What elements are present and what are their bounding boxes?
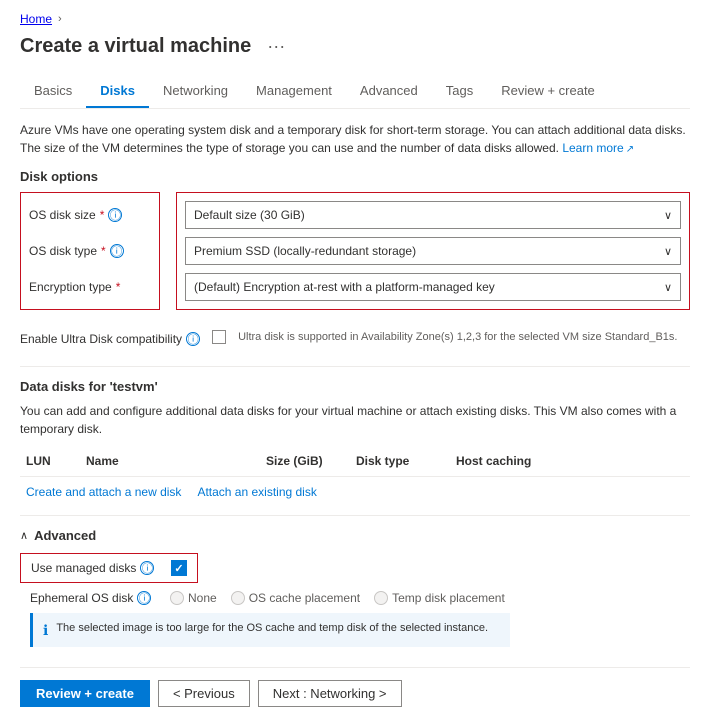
- section-divider-1: [20, 366, 690, 367]
- tab-review-create[interactable]: Review + create: [487, 75, 609, 108]
- info-circle-icon: ℹ: [43, 622, 48, 639]
- table-actions: Create and attach a new disk Attach an e…: [20, 477, 690, 503]
- ultra-disk-label: Enable Ultra Disk compatibility ⓘ: [20, 332, 200, 346]
- ultra-disk-info-icon[interactable]: ⓘ: [186, 332, 200, 346]
- next-button[interactable]: Next : Networking >: [258, 680, 402, 707]
- ephemeral-os-disk-row: Ephemeral OS disk ⓘ None OS cache placem…: [20, 591, 690, 605]
- learn-more-link[interactable]: Learn more: [562, 141, 634, 155]
- managed-disks-row: Use managed disks ⓘ: [20, 553, 198, 583]
- breadcrumb-home[interactable]: Home: [20, 12, 52, 26]
- tab-networking[interactable]: Networking: [149, 75, 242, 108]
- page-description: Azure VMs have one operating system disk…: [20, 121, 690, 157]
- os-disk-type-info-icon[interactable]: ⓘ: [110, 244, 124, 258]
- advanced-header[interactable]: ∧ Advanced: [20, 528, 690, 543]
- info-message-box: ℹ The selected image is too large for th…: [30, 613, 510, 647]
- managed-disks-checkbox[interactable]: [171, 560, 187, 576]
- page-title-row: Create a virtual machine ···: [20, 34, 690, 59]
- attach-existing-disk-button[interactable]: Attach an existing disk: [197, 485, 316, 499]
- ephemeral-temp-disk-radio[interactable]: [374, 591, 388, 605]
- data-disks-description: You can add and configure additional dat…: [20, 402, 690, 438]
- ultra-disk-checkbox[interactable]: [212, 330, 226, 344]
- section-divider-2: [20, 515, 690, 516]
- ephemeral-none-option[interactable]: None: [170, 591, 217, 605]
- tab-tags[interactable]: Tags: [432, 75, 487, 108]
- review-create-button[interactable]: Review + create: [20, 680, 150, 707]
- encryption-type-value: (Default) Encryption at-rest with a plat…: [194, 280, 495, 294]
- ephemeral-none-radio[interactable]: [170, 591, 184, 605]
- os-disk-size-required: *: [100, 208, 105, 222]
- col-name: Name: [80, 450, 260, 472]
- col-lun: LUN: [20, 450, 80, 472]
- tab-advanced[interactable]: Advanced: [346, 75, 432, 108]
- previous-button[interactable]: < Previous: [158, 680, 250, 707]
- disk-field-labels: OS disk size * ⓘ OS disk type * ⓘ Encryp…: [20, 192, 160, 310]
- col-host-caching: Host caching: [450, 450, 550, 472]
- page-title: Create a virtual machine: [20, 35, 251, 58]
- os-disk-type-label-row: OS disk type * ⓘ: [29, 237, 151, 265]
- managed-disks-label-text: Use managed disks: [31, 561, 136, 575]
- ephemeral-label-text: Ephemeral OS disk: [30, 591, 133, 605]
- footer-divider: [20, 667, 690, 668]
- breadcrumb-separator: ›: [58, 13, 62, 25]
- data-disks-table-header: LUN Name Size (GiB) Disk type Host cachi…: [20, 446, 690, 477]
- ultra-disk-label-text: Enable Ultra Disk compatibility: [20, 332, 182, 346]
- ultra-disk-row: Enable Ultra Disk compatibility ⓘ Ultra …: [20, 326, 690, 350]
- os-disk-type-label: OS disk type: [29, 244, 97, 258]
- footer-buttons: Review + create < Previous Next : Networ…: [20, 680, 690, 707]
- os-disk-type-chevron: ∨: [664, 245, 672, 258]
- ephemeral-os-cache-radio[interactable]: [231, 591, 245, 605]
- encryption-type-chevron: ∨: [664, 281, 672, 294]
- info-message-text: The selected image is too large for the …: [56, 621, 488, 636]
- ephemeral-os-cache-label: OS cache placement: [249, 591, 360, 605]
- ephemeral-temp-disk-option[interactable]: Temp disk placement: [374, 591, 505, 605]
- os-disk-type-value: Premium SSD (locally-redundant storage): [194, 244, 416, 258]
- ephemeral-radio-options: None OS cache placement Temp disk placem…: [170, 591, 505, 605]
- managed-disks-info-icon[interactable]: ⓘ: [140, 561, 154, 575]
- tab-basics[interactable]: Basics: [20, 75, 86, 108]
- data-disks-section: Data disks for 'testvm' You can add and …: [20, 379, 690, 503]
- tab-bar: Basics Disks Networking Management Advan…: [20, 75, 690, 109]
- ephemeral-label: Ephemeral OS disk ⓘ: [30, 591, 160, 605]
- os-disk-size-info-icon[interactable]: ⓘ: [108, 208, 122, 222]
- data-disks-title: Data disks for 'testvm': [20, 379, 690, 394]
- ephemeral-info-icon[interactable]: ⓘ: [137, 591, 151, 605]
- ultra-disk-note: Ultra disk is supported in Availability …: [238, 330, 677, 345]
- more-options-button[interactable]: ···: [261, 34, 291, 59]
- advanced-title: Advanced: [34, 528, 96, 543]
- disk-options-title: Disk options: [20, 169, 690, 184]
- advanced-chevron-icon: ∧: [20, 529, 28, 542]
- col-size: Size (GiB): [260, 450, 350, 472]
- create-attach-disk-button[interactable]: Create and attach a new disk: [26, 485, 181, 499]
- os-disk-size-label: OS disk size: [29, 208, 96, 222]
- tab-management[interactable]: Management: [242, 75, 346, 108]
- advanced-section: ∧ Advanced Use managed disks ⓘ Ephemeral…: [20, 528, 690, 647]
- breadcrumb: Home ›: [20, 12, 690, 26]
- ephemeral-temp-disk-label: Temp disk placement: [392, 591, 505, 605]
- managed-disks-label: Use managed disks ⓘ: [31, 561, 161, 575]
- encryption-type-label-row: Encryption type *: [29, 273, 151, 301]
- tab-disks[interactable]: Disks: [86, 75, 149, 108]
- os-disk-type-required: *: [101, 244, 106, 258]
- disk-options-panel: OS disk size * ⓘ OS disk type * ⓘ Encryp…: [20, 192, 690, 310]
- col-disk-type: Disk type: [350, 450, 450, 472]
- encryption-type-select[interactable]: (Default) Encryption at-rest with a plat…: [185, 273, 681, 301]
- ephemeral-none-label: None: [188, 591, 217, 605]
- os-disk-type-select[interactable]: Premium SSD (locally-redundant storage) …: [185, 237, 681, 265]
- disk-field-controls: Default size (30 GiB) ∨ Premium SSD (loc…: [176, 192, 690, 310]
- encryption-type-label: Encryption type: [29, 280, 112, 294]
- encryption-type-required: *: [116, 280, 121, 294]
- ephemeral-os-cache-option[interactable]: OS cache placement: [231, 591, 360, 605]
- os-disk-size-label-row: OS disk size * ⓘ: [29, 201, 151, 229]
- os-disk-size-chevron: ∨: [664, 209, 672, 222]
- os-disk-size-select[interactable]: Default size (30 GiB) ∨: [185, 201, 681, 229]
- os-disk-size-value: Default size (30 GiB): [194, 208, 305, 222]
